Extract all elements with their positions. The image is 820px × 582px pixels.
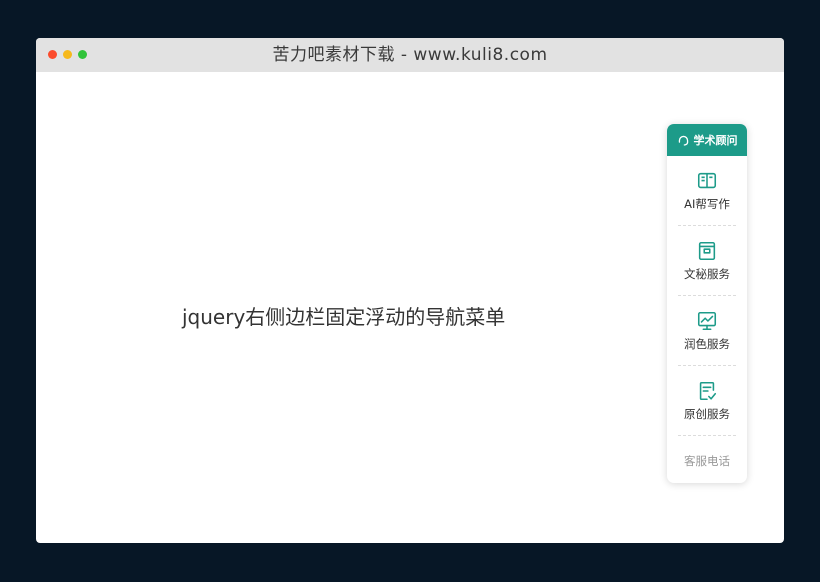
book-icon bbox=[697, 172, 717, 188]
sidebar-item-secretarial-service[interactable]: 文秘服务 bbox=[678, 226, 736, 296]
archive-box-icon bbox=[698, 241, 716, 260]
document-check-icon bbox=[699, 381, 717, 400]
sidebar-item-label: AI帮写作 bbox=[684, 196, 730, 211]
sidebar-item-original-service[interactable]: 原创服务 bbox=[678, 366, 736, 436]
sidebar-item-ai-writing[interactable]: AI帮写作 bbox=[678, 156, 736, 226]
sidebar-header-academic-advisor[interactable]: 学术顾问 bbox=[667, 124, 747, 156]
browser-window: 苦力吧素材下载 - www.kuli8.com jquery右侧边栏固定浮动的导… bbox=[36, 38, 784, 543]
monitor-trend-icon bbox=[697, 311, 717, 330]
sidebar-item-label: 原创服务 bbox=[684, 406, 730, 421]
window-title: 苦力吧素材下载 - www.kuli8.com bbox=[272, 45, 548, 65]
headset-icon bbox=[678, 135, 688, 146]
sidebar-item-service-phone[interactable]: 客服电话 bbox=[667, 436, 747, 483]
page-content: jquery右侧边栏固定浮动的导航菜单 学术顾问 AI帮写作 文秘服务 润色服务… bbox=[36, 72, 784, 543]
floating-sidebar-nav: 学术顾问 AI帮写作 文秘服务 润色服务 原创服务 客服电话 bbox=[667, 124, 747, 483]
sidebar-item-label: 文秘服务 bbox=[684, 266, 730, 281]
title-bar: 苦力吧素材下载 - www.kuli8.com bbox=[36, 38, 784, 72]
sidebar-item-polishing-service[interactable]: 润色服务 bbox=[678, 296, 736, 366]
page-heading: jquery右侧边栏固定浮动的导航菜单 bbox=[182, 305, 506, 329]
sidebar-header-label: 学术顾问 bbox=[693, 134, 738, 147]
sidebar-item-label: 润色服务 bbox=[684, 336, 730, 351]
